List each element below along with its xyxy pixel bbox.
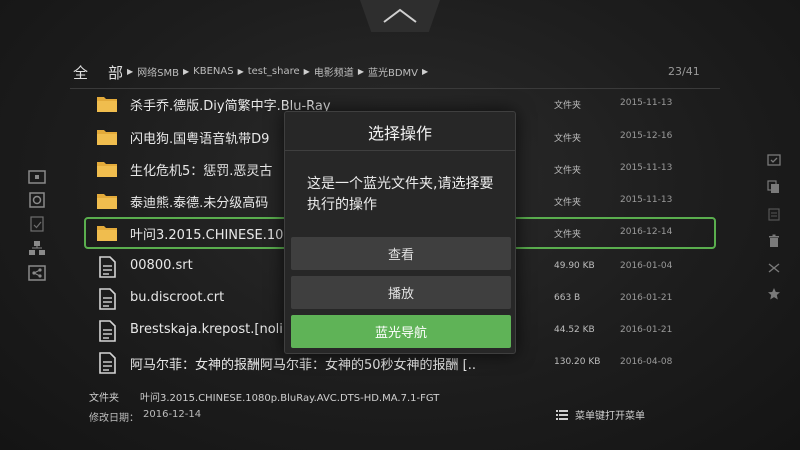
- storage-icon[interactable]: [28, 169, 46, 187]
- footer-type-label: 文件夹: [89, 393, 119, 404]
- footer-selected-name: 叶问3.2015.CHINESE.1080p.BluRay.AVC.DTS-HD…: [140, 393, 440, 404]
- file-size: 文件夹: [554, 166, 582, 176]
- collapse-tab[interactable]: [360, 0, 440, 32]
- favorite-icon[interactable]: [767, 286, 785, 304]
- dialog-title: 选择操作: [367, 124, 432, 143]
- file-size: 文件夹: [554, 198, 582, 208]
- file-date: 2016-12-14: [620, 227, 673, 237]
- file-icon: [99, 320, 116, 342]
- breadcrumb-separator-icon: ▶: [127, 67, 134, 76]
- file-date: 2015-11-13: [620, 163, 673, 173]
- file-size: 文件夹: [554, 230, 582, 240]
- breadcrumb-separator-icon: ▶: [183, 67, 190, 76]
- breadcrumb-separator-icon: ▶: [422, 67, 429, 76]
- folder-icon: [97, 162, 117, 177]
- copy-icon[interactable]: [767, 179, 785, 197]
- download-icon[interactable]: [28, 216, 46, 234]
- breadcrumb-item[interactable]: test_share: [248, 66, 300, 77]
- folder-icon: [97, 130, 117, 145]
- breadcrumb-separator-icon: ▶: [303, 67, 310, 76]
- file-date: 2015-11-13: [620, 195, 673, 205]
- file-date: 2016-04-08: [620, 357, 673, 367]
- file-icon: [99, 288, 116, 310]
- network-icon[interactable]: [28, 240, 46, 258]
- file-icon: [99, 352, 116, 374]
- breadcrumb-item[interactable]: KBENAS: [193, 66, 233, 77]
- file-size: 663 B: [554, 293, 581, 303]
- file-size: 文件夹: [554, 101, 582, 111]
- breadcrumb-item-current[interactable]: 蓝光BDMV: [368, 64, 418, 79]
- breadcrumb-separator-icon: ▶: [357, 67, 364, 76]
- select-icon[interactable]: [767, 152, 785, 170]
- header-all-label[interactable]: 全: [73, 62, 88, 83]
- paste-icon[interactable]: [767, 206, 785, 224]
- file-size: 44.52 KB: [554, 325, 595, 335]
- menu-icon: [556, 409, 568, 420]
- bluray-navigation-button[interactable]: 蓝光导航: [291, 315, 511, 348]
- dialog-divider: [285, 150, 515, 151]
- folder-icon: [97, 226, 117, 241]
- view-button[interactable]: 查看: [291, 237, 511, 270]
- file-date: 2016-01-04: [620, 261, 673, 271]
- breadcrumb: ▶ 网络SMB ▶ KBENAS ▶ test_share ▶ 电影频道 ▶ 蓝…: [123, 64, 432, 79]
- chevron-up-icon: [383, 8, 417, 23]
- footer-date-label: 修改日期：: [89, 413, 139, 424]
- file-date: 2016-01-21: [620, 325, 673, 335]
- breadcrumb-root[interactable]: 部: [108, 62, 123, 83]
- folder-icon: [97, 194, 117, 209]
- share-icon[interactable]: [28, 265, 46, 283]
- breadcrumb-separator-icon: ▶: [237, 67, 244, 76]
- file-date: 2016-01-21: [620, 293, 673, 303]
- play-button[interactable]: 播放: [291, 276, 511, 309]
- breadcrumb-item[interactable]: 网络SMB: [137, 64, 179, 79]
- file-size: 文件夹: [554, 134, 582, 144]
- cut-icon[interactable]: [767, 260, 785, 278]
- dialog-message: 这是一个蓝光文件夹,请选择要执行的操作: [307, 176, 494, 213]
- file-size: 130.20 KB: [554, 357, 601, 367]
- menu-hint-text: 菜单键打开菜单: [575, 411, 645, 422]
- file-size: 49.90 KB: [554, 261, 595, 271]
- action-dialog: 选择操作 这是一个蓝光文件夹,请选择要执行的操作 查看 播放 蓝光导航: [284, 111, 516, 354]
- menu-hint: 菜单键打开菜单: [556, 407, 645, 422]
- breadcrumb-item[interactable]: 电影频道: [314, 64, 354, 79]
- folder-icon: [97, 97, 117, 112]
- delete-icon[interactable]: [767, 233, 785, 251]
- file-date: 2015-11-13: [620, 98, 673, 108]
- footer-date-value: 2016-12-14: [143, 409, 202, 420]
- disc-icon[interactable]: [28, 192, 46, 210]
- file-name: 阿马尔菲：女神的报酬阿马尔菲：女神的50秒女神的报酬 [..: [130, 358, 477, 373]
- file-icon: [99, 256, 116, 278]
- file-date: 2015-12-16: [620, 131, 673, 141]
- page-counter: 23/41: [668, 65, 700, 78]
